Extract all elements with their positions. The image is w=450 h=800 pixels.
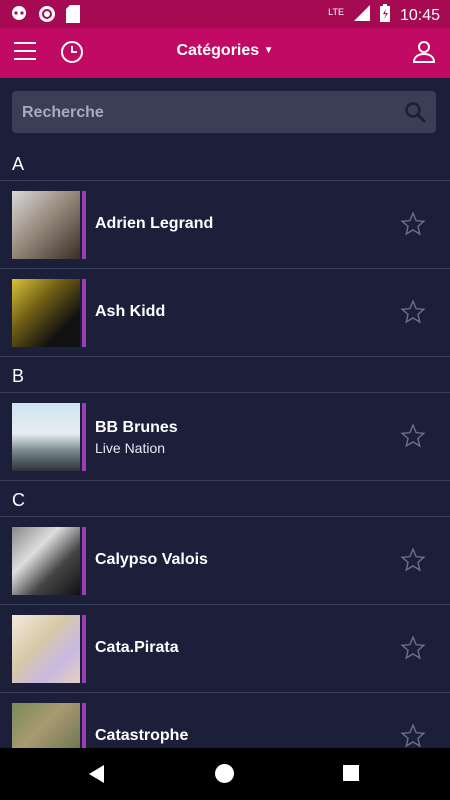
artist-name: Cata.Pirata <box>95 639 179 656</box>
accent-bar <box>82 403 86 471</box>
signal-icon <box>353 5 370 26</box>
artist-name: Calypso Valois <box>95 551 208 568</box>
star-icon[interactable] <box>400 211 426 237</box>
status-bar: LTE 10:45 <box>0 0 450 28</box>
battery-icon <box>379 4 390 27</box>
artist-photo <box>12 615 80 683</box>
search-icon[interactable] <box>404 101 426 123</box>
list-item[interactable]: BB Brunes Live Nation <box>0 393 450 481</box>
artist-photo <box>12 703 80 748</box>
artist-name: Ash Kidd <box>95 303 166 320</box>
record-icon <box>38 5 56 28</box>
artist-photo <box>12 403 80 471</box>
artist-name: Catastrophe <box>95 727 189 744</box>
section-header: C <box>0 481 450 517</box>
star-icon[interactable] <box>400 635 426 661</box>
artist-list: A Adrien Legrand Ash Kidd B BB Brunes Li… <box>0 145 450 748</box>
star-icon[interactable] <box>400 547 426 573</box>
accent-bar <box>82 279 86 347</box>
accent-bar <box>82 527 86 595</box>
star-icon[interactable] <box>400 299 426 325</box>
caret-down-icon: ▼ <box>263 45 274 56</box>
star-icon[interactable] <box>400 423 426 449</box>
accent-bar <box>82 191 86 259</box>
user-icon[interactable] <box>412 39 436 63</box>
artist-photo <box>12 191 80 259</box>
accent-bar <box>82 615 86 683</box>
list-item[interactable]: Cata.Pirata <box>0 605 450 693</box>
clock-time: 10:45 <box>399 6 440 24</box>
section-header: B <box>0 357 450 393</box>
artist-name: BB Brunes <box>95 419 178 436</box>
home-icon[interactable] <box>215 764 234 783</box>
app-bar: Catégories ▼ <box>0 28 450 78</box>
accent-bar <box>82 703 86 748</box>
section-header: A <box>0 145 450 181</box>
list-item[interactable]: Catastrophe <box>0 693 450 748</box>
recents-icon[interactable] <box>343 765 359 781</box>
sd-card-icon <box>66 5 80 28</box>
page-title: Catégories <box>176 42 260 59</box>
list-item[interactable]: Adrien Legrand <box>0 181 450 269</box>
network-type: LTE <box>328 6 344 17</box>
artist-name: Adrien Legrand <box>95 215 214 232</box>
artist-photo <box>12 527 80 595</box>
artist-photo <box>12 279 80 347</box>
list-item[interactable]: Ash Kidd <box>0 269 450 357</box>
categories-dropdown[interactable]: Catégories ▼ <box>0 42 450 60</box>
star-icon[interactable] <box>400 723 426 748</box>
search-input[interactable] <box>20 101 384 125</box>
artist-subtitle: Live Nation <box>95 440 166 456</box>
notification-icon <box>10 5 28 28</box>
list-item[interactable]: Calypso Valois <box>0 517 450 605</box>
search-box <box>12 91 436 133</box>
navigation-bar <box>0 748 450 800</box>
back-icon[interactable] <box>89 765 104 783</box>
